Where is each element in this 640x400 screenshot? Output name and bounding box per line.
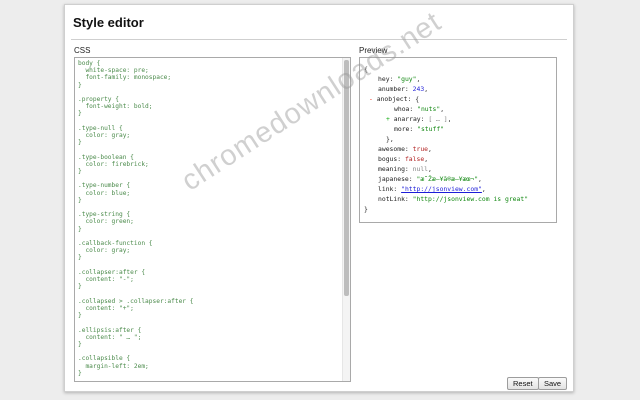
- collapser-minus[interactable]: -: [369, 95, 377, 103]
- css-code-line[interactable]: }: [78, 82, 341, 89]
- css-code-line[interactable]: body {: [78, 60, 341, 67]
- css-code-line[interactable]: [78, 175, 341, 182]
- css-code-line[interactable]: .type-null {: [78, 125, 341, 132]
- css-code-line[interactable]: }: [78, 110, 341, 117]
- css-code-line[interactable]: }: [78, 341, 341, 348]
- reset-button[interactable]: Reset: [507, 377, 539, 390]
- css-code-line[interactable]: }: [78, 139, 341, 146]
- css-code-line[interactable]: font-family: monospace;: [78, 74, 341, 81]
- css-code-line[interactable]: .collapser:after {: [78, 269, 341, 276]
- css-code-line[interactable]: white-space: pre;: [78, 67, 341, 74]
- json-link[interactable]: "http://jsonview.com": [401, 185, 482, 193]
- css-code-line[interactable]: [78, 348, 341, 355]
- json-line-notlink: notLink: "http://jsonview.com is great": [378, 195, 529, 203]
- save-button[interactable]: Save: [538, 377, 568, 390]
- json-line-japanese: japanese: "æ˜Žæ—¥ã®æ—¥æœ¬",: [378, 175, 482, 183]
- css-code-line[interactable]: color: gray;: [78, 247, 341, 254]
- preview-label: Preview: [359, 46, 388, 55]
- css-code-line[interactable]: [78, 118, 341, 125]
- css-code-line[interactable]: .property {: [78, 96, 341, 103]
- css-code-line[interactable]: [78, 319, 341, 326]
- css-scrollbar[interactable]: [342, 58, 350, 381]
- json-line-anarray: + anarray: [ … ],: [386, 115, 452, 123]
- json-line-bogus: bogus: false,: [378, 155, 429, 163]
- css-code-line[interactable]: .callback-function {: [78, 240, 341, 247]
- css-code-line[interactable]: }: [78, 370, 341, 377]
- json-line-meaning: meaning: null,: [378, 165, 432, 173]
- css-code-line[interactable]: .collapsed > .collapser:after {: [78, 298, 341, 305]
- css-code-line[interactable]: [78, 146, 341, 153]
- css-code-line[interactable]: .type-number {: [78, 182, 341, 189]
- json-preview-content: { hey: "guy", anumber: 243, - anobject: …: [364, 64, 528, 214]
- json-line-hey: hey: "guy",: [378, 75, 421, 83]
- css-code-line[interactable]: .type-string {: [78, 211, 341, 218]
- page-title: Style editor: [73, 15, 144, 30]
- json-line-link: link: "http://jsonview.com",: [378, 185, 486, 193]
- css-code-text[interactable]: body { white-space: pre; font-family: mo…: [78, 60, 341, 377]
- css-code-line[interactable]: }: [78, 254, 341, 261]
- css-code-line[interactable]: [78, 262, 341, 269]
- css-code-line[interactable]: font-weight: bold;: [78, 103, 341, 110]
- css-code-line[interactable]: }: [78, 168, 341, 175]
- json-open-brace: {: [364, 65, 368, 73]
- css-code-line[interactable]: }: [78, 197, 341, 204]
- css-code-line[interactable]: }: [78, 226, 341, 233]
- json-line-more: more: "stuff": [394, 125, 445, 133]
- css-code-line[interactable]: }: [78, 283, 341, 290]
- css-code-line[interactable]: content: "-";: [78, 276, 341, 283]
- css-label: CSS: [74, 46, 91, 55]
- css-code-line[interactable]: [78, 204, 341, 211]
- json-line-anumber: anumber: 243,: [378, 85, 429, 93]
- css-code-line[interactable]: color: blue;: [78, 190, 341, 197]
- css-code-line[interactable]: [78, 291, 341, 298]
- title-divider: [71, 39, 567, 40]
- css-code-line[interactable]: margin-left: 2em;: [78, 363, 341, 370]
- css-code-line[interactable]: color: firebrick;: [78, 161, 341, 168]
- css-scrollbar-thumb[interactable]: [344, 60, 349, 296]
- json-line-anobject: - anobject: {: [369, 95, 420, 103]
- css-code-line[interactable]: .type-boolean {: [78, 154, 341, 161]
- css-code-line[interactable]: color: green;: [78, 218, 341, 225]
- css-code-line[interactable]: [78, 233, 341, 240]
- json-close-object: },: [386, 135, 394, 143]
- css-code-line[interactable]: [78, 89, 341, 96]
- css-code-line[interactable]: }: [78, 312, 341, 319]
- css-code-line[interactable]: .collapsible {: [78, 355, 341, 362]
- json-close-brace: }: [364, 205, 368, 213]
- collapser-plus[interactable]: +: [386, 115, 394, 123]
- css-code-line[interactable]: content: "+";: [78, 305, 341, 312]
- css-editor[interactable]: body { white-space: pre; font-family: mo…: [74, 57, 351, 382]
- style-editor-panel: Style editor CSS Preview body { white-sp…: [64, 4, 574, 392]
- json-line-awesome: awesome: true,: [378, 145, 432, 153]
- css-code-line[interactable]: .ellipsis:after {: [78, 327, 341, 334]
- css-code-line[interactable]: color: gray;: [78, 132, 341, 139]
- json-line-whoa: whoa: "nuts",: [394, 105, 445, 113]
- css-code-line[interactable]: content: " … ";: [78, 334, 341, 341]
- json-preview: { hey: "guy", anumber: 243, - anobject: …: [359, 57, 557, 223]
